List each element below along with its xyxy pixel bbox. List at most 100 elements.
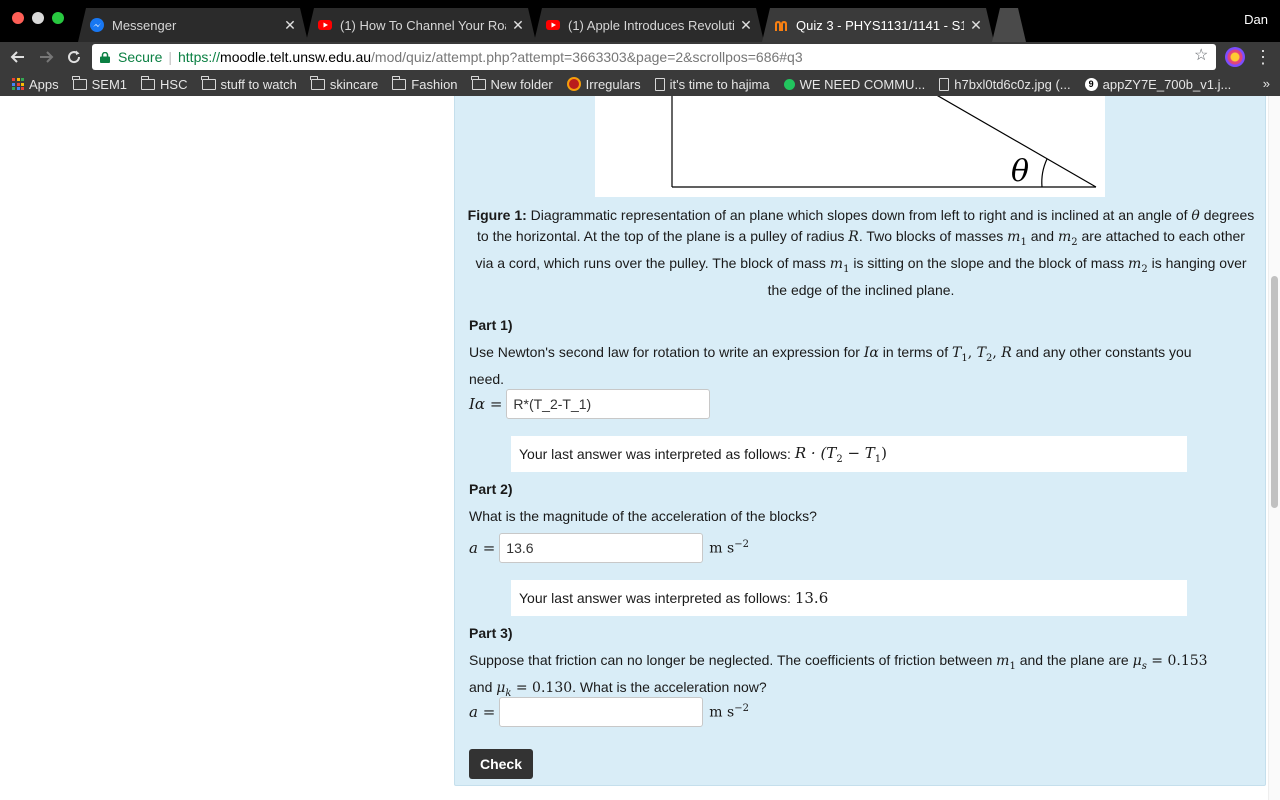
tab-label: (1) Apple Introduces Revolution [568, 17, 734, 33]
url-scheme: https:// [178, 49, 221, 65]
back-button[interactable] [6, 45, 30, 69]
bookmark-jpg[interactable]: h7bxl0td6c0z.jpg (... [939, 76, 1071, 92]
interpretation-label: Your last answer was interpreted as foll… [519, 446, 791, 462]
question-math: μ [1132, 653, 1142, 669]
tab-youtube-apple[interactable]: (1) Apple Introduces Revolution ✕ [534, 8, 764, 42]
part3-answer-input[interactable] [499, 697, 704, 727]
question-text: and [469, 678, 497, 695]
forward-arrow-icon [40, 51, 54, 63]
unit-text: m s [709, 704, 735, 721]
interpretation-math: ) [881, 443, 888, 462]
reload-icon [68, 50, 81, 64]
unit-text: m s [709, 540, 735, 557]
caption-math: m [1128, 255, 1142, 272]
bookmark-label: Irregulars [585, 76, 641, 92]
question-math: T [976, 345, 986, 361]
tab-youtube-road[interactable]: (1) How To Channel Your Road ✕ [306, 8, 536, 42]
part2-interpretation: Your last answer was interpreted as foll… [511, 580, 1187, 616]
question-text: in terms of [878, 344, 952, 360]
figure-caption: Figure 1: Diagrammatic representation of… [467, 205, 1255, 300]
bookmark-label: stuff to watch [220, 76, 297, 92]
part1-answer-input[interactable] [506, 389, 711, 419]
folder-icon [310, 75, 325, 90]
close-icon[interactable]: ✕ [968, 17, 984, 34]
bookmark-fashion[interactable]: Fashion [391, 75, 458, 92]
question-text: Suppose that friction can no longer be n… [469, 652, 997, 668]
bookmark-we-need-commu[interactable]: WE NEED COMMU... [783, 77, 925, 92]
part1-title: Part 1) [469, 317, 513, 333]
folder-icon [391, 75, 407, 90]
reload-button[interactable] [62, 45, 86, 69]
caption-text: is sitting on the slope and the block of… [849, 254, 1129, 271]
bookmark-new-folder[interactable]: New folder [471, 75, 553, 92]
circle-logo-icon: 9 [1084, 77, 1098, 91]
close-icon[interactable]: ✕ [510, 17, 526, 34]
interpretation-math: − T [842, 443, 875, 462]
tab-label: Messenger [112, 17, 177, 33]
part3-answer-row: a = m s−2 [469, 697, 749, 727]
youtube-icon [318, 18, 332, 32]
question-math: μ [496, 679, 506, 696]
folder-icon [201, 75, 216, 90]
interpretation-value: R · (T2 − T1) [795, 444, 887, 465]
bookmark-irregulars[interactable]: Irregulars [566, 76, 641, 92]
part2-title: Part 2) [469, 481, 513, 497]
check-button[interactable]: Check [469, 749, 533, 779]
tab-strip: Messenger ✕ (1) How To Channel Your Road… [0, 0, 1280, 42]
minimize-window-button[interactable] [32, 12, 44, 24]
part3-question: Suppose that friction can no longer be n… [469, 650, 1229, 704]
question-text: and the plane are [1015, 652, 1133, 668]
question-math: T [951, 345, 962, 361]
scrollbar-thumb[interactable] [1271, 276, 1278, 508]
bookmark-hajima[interactable]: it's time to hajima [654, 76, 770, 92]
extension-icon[interactable] [1225, 47, 1245, 67]
green-dot-icon [783, 78, 795, 90]
bookmarks-overflow-button[interactable]: » [1263, 76, 1270, 91]
youtube-icon [546, 18, 560, 32]
unit-exponent: −2 [734, 539, 749, 551]
interpretation-math: R · (T [794, 443, 837, 462]
bookmark-label: appZY7E_700b_v1.j... [1102, 76, 1232, 92]
folder-icon [471, 75, 486, 90]
caption-text: and [1026, 228, 1058, 244]
folder-icon [140, 75, 156, 90]
forward-button[interactable] [34, 45, 58, 69]
part2-answer-row: a = m s−2 [469, 533, 749, 563]
caption-text: Diagrammatic representation of an plane … [526, 207, 1192, 223]
zoom-window-button[interactable] [52, 12, 64, 24]
bookmark-label: h7bxl0td6c0z.jpg (... [954, 76, 1071, 92]
bookmark-hsc[interactable]: HSC [140, 75, 188, 92]
close-icon[interactable]: ✕ [738, 17, 754, 34]
profile-name[interactable]: Dan [1244, 12, 1268, 27]
part2-unit: m s−2 [709, 539, 749, 557]
part1-answer-row: Iα = [469, 389, 711, 419]
browser-menu-icon[interactable]: ⋮ [1254, 46, 1272, 68]
tab-messenger[interactable]: Messenger ✕ [78, 8, 308, 42]
inclined-plane-figure: θ [595, 96, 1105, 197]
bookmark-label: HSC [160, 76, 188, 92]
address-bar[interactable]: Secure | https:// moodle.telt.unsw.edu.a… [92, 44, 1216, 70]
question-math: , [967, 345, 977, 361]
bookmark-star-icon[interactable]: ☆ [1194, 48, 1210, 64]
browser-toolbar: Secure | https:// moodle.telt.unsw.edu.a… [0, 42, 1280, 72]
moodle-icon [774, 18, 788, 32]
secure-label: Secure [118, 49, 163, 65]
part1-question: Use Newton's second law for rotation to … [469, 342, 1229, 389]
bookmark-apps[interactable]: Apps [12, 77, 59, 92]
tab-quiz[interactable]: Quiz 3 - PHYS1131/1141 - S1 2 ✕ [762, 8, 994, 42]
close-window-button[interactable] [12, 12, 24, 24]
bookmark-stuff-to-watch[interactable]: stuff to watch [201, 75, 297, 92]
close-icon[interactable]: ✕ [282, 17, 298, 34]
part2-answer-label: a = [469, 539, 496, 557]
question-panel: θ Figure 1: Diagrammatic representation … [454, 96, 1266, 786]
new-tab-button[interactable] [992, 8, 1026, 42]
bookmark-skincare[interactable]: skincare [310, 75, 378, 92]
vertical-scrollbar[interactable] [1268, 96, 1280, 800]
caption-text: . Two blocks of masses [858, 228, 1008, 244]
part2-answer-input[interactable] [499, 533, 704, 563]
tab-label: Quiz 3 - PHYS1131/1141 - S1 2 [796, 17, 964, 33]
bookmark-sem1[interactable]: SEM1 [72, 75, 127, 92]
bookmark-label: it's time to hajima [669, 76, 770, 92]
tab-label: (1) How To Channel Your Road [340, 17, 506, 33]
bookmark-appzy7e[interactable]: 9 appZY7E_700b_v1.j... [1084, 76, 1232, 92]
